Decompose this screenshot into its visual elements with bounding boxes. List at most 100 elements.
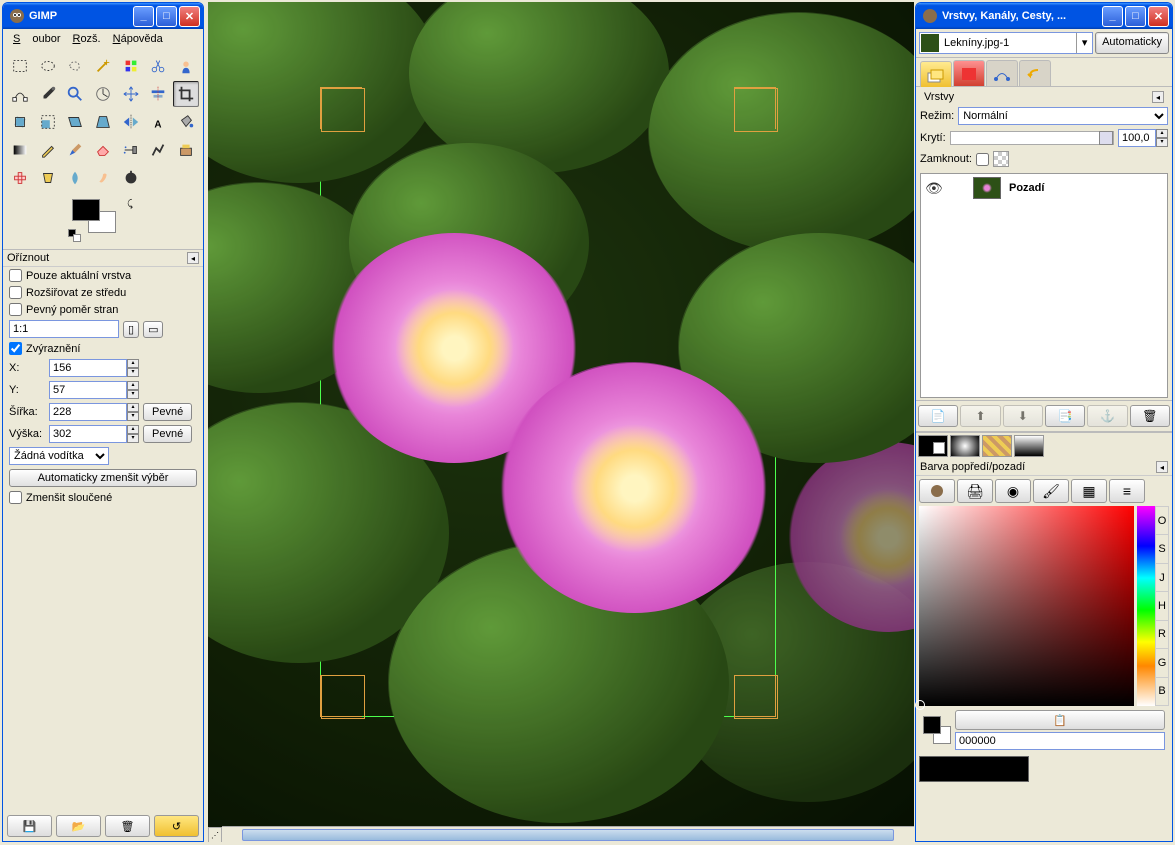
tool-move[interactable] bbox=[118, 81, 144, 107]
close-button[interactable]: ✕ bbox=[179, 6, 200, 27]
tab-undo[interactable] bbox=[1019, 60, 1051, 86]
expand-center-checkbox[interactable] bbox=[9, 286, 22, 299]
spin-down[interactable]: ▾ bbox=[127, 390, 139, 399]
current-layer-checkbox[interactable] bbox=[9, 269, 22, 282]
tool-wand[interactable] bbox=[90, 53, 116, 79]
spin-down[interactable]: ▾ bbox=[127, 368, 139, 377]
hue-bar[interactable] bbox=[1137, 506, 1155, 706]
crop-rectangle[interactable] bbox=[320, 87, 776, 717]
spin-down[interactable]: ▾ bbox=[1156, 138, 1168, 147]
opacity-slider[interactable] bbox=[950, 131, 1114, 145]
menu-help[interactable]: Nápověda bbox=[107, 31, 169, 47]
tool-blur[interactable] bbox=[62, 165, 88, 191]
dropdown-arrow-icon[interactable]: ▾ bbox=[1076, 33, 1092, 53]
channel-g[interactable]: G bbox=[1155, 648, 1169, 676]
scrollbar-thumb[interactable] bbox=[242, 829, 894, 841]
tool-blend[interactable] bbox=[7, 137, 33, 163]
tool-heal[interactable] bbox=[7, 165, 33, 191]
tool-smudge[interactable] bbox=[90, 165, 116, 191]
lock-pixels-checkbox[interactable] bbox=[976, 153, 989, 166]
tool-perspective-clone[interactable] bbox=[35, 165, 61, 191]
raise-layer-button[interactable]: ⬆ bbox=[960, 405, 1000, 427]
tool-by-color[interactable] bbox=[118, 53, 144, 79]
ctab-brush[interactable] bbox=[950, 435, 980, 457]
channel-s[interactable]: S bbox=[1155, 534, 1169, 562]
tool-zoom[interactable] bbox=[62, 81, 88, 107]
ctab-pattern[interactable] bbox=[982, 435, 1012, 457]
tool-brush[interactable] bbox=[62, 137, 88, 163]
spin-down[interactable]: ▾ bbox=[127, 412, 139, 421]
tool-pencil[interactable] bbox=[35, 137, 61, 163]
picker-wheel-button[interactable]: ◉ bbox=[995, 479, 1031, 503]
default-colors-icon[interactable] bbox=[68, 229, 82, 243]
aspect-portrait-button[interactable]: ▯ bbox=[123, 321, 139, 338]
fixed-aspect-checkbox[interactable] bbox=[9, 303, 22, 316]
saturation-value-area[interactable] bbox=[919, 506, 1134, 706]
aspect-input[interactable] bbox=[9, 320, 119, 338]
close-button[interactable]: ✕ bbox=[1148, 6, 1169, 27]
tool-ellipse-select[interactable] bbox=[35, 53, 61, 79]
picker-gimp-button[interactable] bbox=[919, 479, 955, 503]
tool-bucket[interactable] bbox=[173, 109, 199, 135]
channel-b[interactable]: B bbox=[1155, 677, 1169, 706]
lower-layer-button[interactable]: ⬇ bbox=[1003, 405, 1043, 427]
image-selector[interactable]: Lekníny.jpg-1 ▾ bbox=[919, 32, 1093, 54]
toolbox-titlebar[interactable]: GIMP _ □ ✕ bbox=[3, 3, 203, 29]
auto-shrink-button[interactable]: Automaticky zmenšit výběr bbox=[9, 469, 197, 487]
fg-bg-colors[interactable]: ⤹ bbox=[68, 197, 138, 243]
tool-ink[interactable] bbox=[146, 137, 172, 163]
menu-file[interactable]: Soubor bbox=[7, 31, 66, 47]
duplicate-layer-button[interactable]: 📑 bbox=[1045, 405, 1085, 427]
channel-h[interactable]: H bbox=[1155, 591, 1169, 619]
tool-measure[interactable] bbox=[90, 81, 116, 107]
minimize-button[interactable]: _ bbox=[1102, 6, 1123, 27]
width-fixed-button[interactable]: Pevné bbox=[143, 403, 192, 421]
canvas-resize-handle[interactable]: ⋰ bbox=[208, 827, 222, 842]
tool-rotate[interactable] bbox=[7, 109, 33, 135]
y-input[interactable] bbox=[49, 381, 127, 399]
width-input[interactable] bbox=[49, 403, 127, 421]
picker-cmyk-button[interactable]: 🖨 bbox=[957, 479, 993, 503]
menu-ext[interactable]: Rozš. bbox=[66, 31, 106, 47]
layer-item[interactable]: 👁 Pozadí bbox=[921, 174, 1167, 202]
tool-shear[interactable] bbox=[62, 109, 88, 135]
tool-fg-select[interactable] bbox=[173, 53, 199, 79]
layer-list[interactable]: 👁 Pozadí bbox=[920, 173, 1168, 398]
shrink-merged-checkbox[interactable] bbox=[9, 491, 22, 504]
restore-options-button[interactable]: 📂 bbox=[56, 815, 101, 837]
spin-up[interactable]: ▴ bbox=[127, 359, 139, 368]
tool-scissors[interactable] bbox=[146, 53, 172, 79]
picker-palette-button[interactable]: ▦ bbox=[1071, 479, 1107, 503]
canvas[interactable] bbox=[208, 2, 914, 842]
tab-paths[interactable] bbox=[986, 60, 1018, 86]
crop-handle-tl[interactable] bbox=[320, 87, 362, 129]
auto-button[interactable]: Automaticky bbox=[1095, 32, 1169, 54]
tool-rect-select[interactable] bbox=[7, 53, 33, 79]
spin-up[interactable]: ▴ bbox=[127, 381, 139, 390]
picker-watercolor-button[interactable]: 🖌 bbox=[1033, 479, 1069, 503]
highlight-checkbox[interactable] bbox=[9, 342, 22, 355]
save-options-button[interactable]: 💾 bbox=[7, 815, 52, 837]
tool-crop[interactable] bbox=[173, 81, 199, 107]
fg-swatch-small[interactable] bbox=[923, 716, 941, 734]
height-input[interactable] bbox=[49, 425, 127, 443]
delete-layer-button[interactable]: 🗑 bbox=[1130, 405, 1170, 427]
tool-airbrush[interactable] bbox=[118, 137, 144, 163]
channel-r[interactable]: R bbox=[1155, 620, 1169, 648]
lock-alpha-icon[interactable] bbox=[993, 151, 1009, 167]
tool-perspective[interactable] bbox=[90, 109, 116, 135]
visibility-eye-icon[interactable]: 👁 bbox=[925, 180, 941, 197]
panel-menu-icon[interactable]: ◂ bbox=[187, 252, 199, 264]
spin-down[interactable]: ▾ bbox=[127, 434, 139, 443]
fg-color-swatch[interactable] bbox=[72, 199, 100, 221]
tool-free-select[interactable] bbox=[62, 53, 88, 79]
new-layer-button[interactable]: 📄 bbox=[918, 405, 958, 427]
swap-colors-icon[interactable]: ⤹ bbox=[127, 199, 133, 210]
tool-align[interactable] bbox=[146, 81, 172, 107]
layers-titlebar[interactable]: Vrstvy, Kanály, Cesty, ... _ □ ✕ bbox=[916, 3, 1172, 29]
delete-options-button[interactable]: 🗑 bbox=[105, 815, 150, 837]
maximize-button[interactable]: □ bbox=[1125, 6, 1146, 27]
height-fixed-button[interactable]: Pevné bbox=[143, 425, 192, 443]
x-input[interactable] bbox=[49, 359, 127, 377]
guides-select[interactable]: Žádná vodítka bbox=[9, 447, 109, 465]
